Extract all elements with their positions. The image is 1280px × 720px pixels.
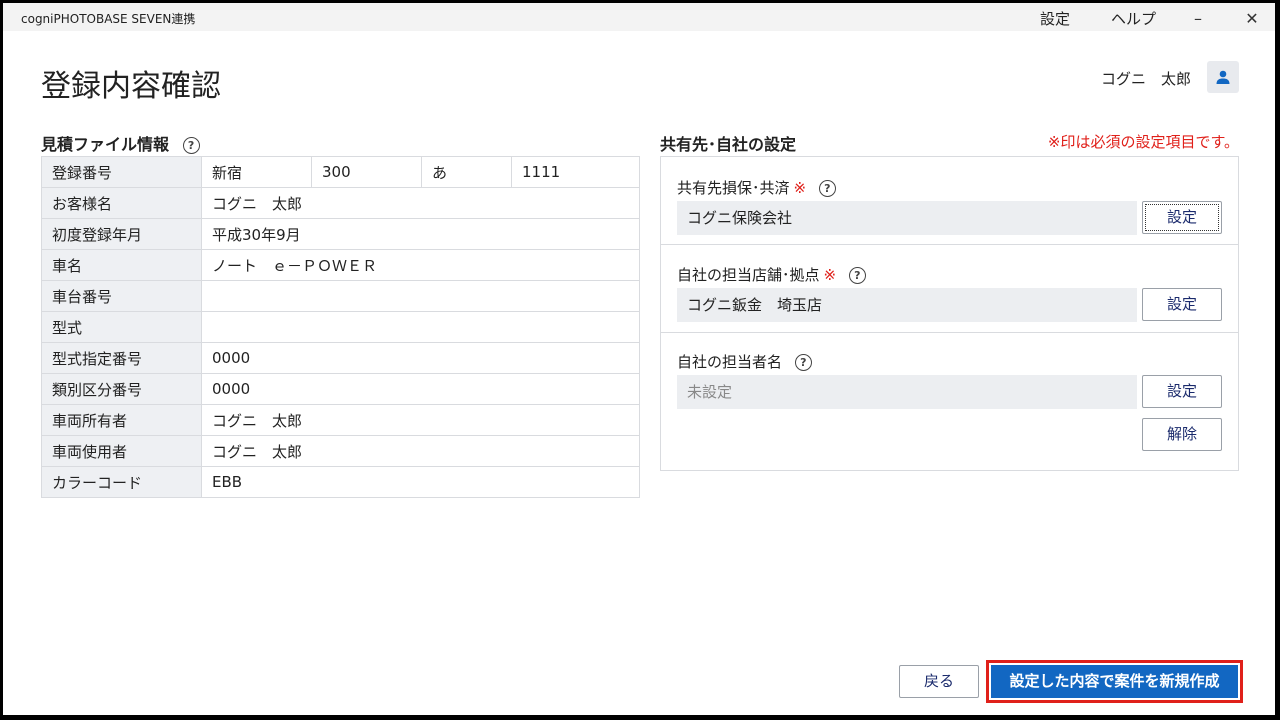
estimate-section-label: 見積ファイル情報 bbox=[41, 135, 170, 154]
staff-value: 未設定 bbox=[677, 375, 1137, 409]
insurer-setting: 共有先損保･共済 ※ ? コグニ保険会社 設定 bbox=[661, 157, 1238, 245]
help-icon[interactable]: ? bbox=[818, 180, 836, 197]
row-value: 平成30年9月 bbox=[201, 218, 640, 250]
registration-area: 新宿 bbox=[201, 156, 312, 188]
table-row: 登録番号 新宿 300 あ 1111 bbox=[41, 156, 640, 188]
row-label: お客様名 bbox=[41, 187, 202, 219]
table-row: お客様名 コグニ 太郎 bbox=[41, 187, 640, 219]
row-value: EBB bbox=[201, 466, 640, 498]
user-avatar-button[interactable] bbox=[1207, 61, 1239, 93]
required-mark: ※ bbox=[823, 266, 837, 284]
app-title: cogniPHOTOBASE SEVEN連携 bbox=[21, 12, 196, 26]
menu-help[interactable]: ヘルプ bbox=[1111, 8, 1156, 29]
app-window: cogniPHOTOBASE SEVEN連携 設定 ヘルプ – ✕ 登録内容確認… bbox=[3, 3, 1275, 715]
help-icon[interactable]: ? bbox=[182, 137, 200, 154]
back-button[interactable]: 戻る bbox=[899, 665, 979, 698]
table-row: カラーコード EBB bbox=[41, 466, 640, 498]
row-label: 車台番号 bbox=[41, 280, 202, 312]
row-value: ノート ｅ－ＰＯＷＥＲ bbox=[201, 249, 640, 281]
row-value: コグニ 太郎 bbox=[201, 187, 640, 219]
row-label: 車名 bbox=[41, 249, 202, 281]
staff-label: 自社の担当者名 ? bbox=[677, 351, 812, 372]
registration-kana: あ bbox=[421, 156, 512, 188]
table-row: 車名 ノート ｅ－ＰＯＷＥＲ bbox=[41, 249, 640, 281]
close-icon[interactable]: ✕ bbox=[1237, 7, 1267, 29]
row-label: 車両所有者 bbox=[41, 404, 202, 436]
store-label-text: 自社の担当店舗･拠点 bbox=[677, 266, 820, 284]
row-label: 初度登録年月 bbox=[41, 218, 202, 250]
create-case-button[interactable]: 設定した内容で案件を新規作成 bbox=[991, 665, 1238, 698]
minimize-icon[interactable]: – bbox=[1183, 7, 1213, 29]
table-row: 車両使用者 コグニ 太郎 bbox=[41, 435, 640, 467]
staff-label-text: 自社の担当者名 bbox=[677, 353, 783, 371]
insurer-label: 共有先損保･共済 ※ ? bbox=[677, 177, 836, 198]
table-row: 型式指定番号 0000 bbox=[41, 342, 640, 374]
row-label: 登録番号 bbox=[41, 156, 202, 188]
row-value bbox=[201, 280, 640, 312]
row-label: 類別区分番号 bbox=[41, 373, 202, 405]
row-value: 0000 bbox=[201, 342, 640, 374]
row-label: 型式 bbox=[41, 311, 202, 343]
title-bar: cogniPHOTOBASE SEVEN連携 設定 ヘルプ – ✕ bbox=[3, 3, 1275, 31]
menu-settings[interactable]: 設定 bbox=[1040, 8, 1070, 29]
row-value: コグニ 太郎 bbox=[201, 404, 640, 436]
registration-number: 1111 bbox=[511, 156, 640, 188]
table-row: 型式 bbox=[41, 311, 640, 343]
staff-settings-button[interactable]: 設定 bbox=[1142, 375, 1222, 408]
store-value: コグニ鈑金 埼玉店 bbox=[677, 288, 1137, 322]
insurer-value: コグニ保険会社 bbox=[677, 201, 1137, 235]
registration-class: 300 bbox=[311, 156, 422, 188]
table-row: 車台番号 bbox=[41, 280, 640, 312]
row-label: カラーコード bbox=[41, 466, 202, 498]
row-value bbox=[201, 311, 640, 343]
page-title: 登録内容確認 bbox=[41, 69, 221, 104]
help-icon[interactable]: ? bbox=[794, 354, 812, 371]
insurer-label-text: 共有先損保･共済 bbox=[677, 179, 790, 197]
insurer-settings-button[interactable]: 設定 bbox=[1142, 201, 1222, 234]
table-row: 車両所有者 コグニ 太郎 bbox=[41, 404, 640, 436]
help-icon[interactable]: ? bbox=[848, 267, 866, 284]
store-setting: 自社の担当店舗･拠点 ※ ? コグニ鈑金 埼玉店 設定 bbox=[661, 245, 1238, 333]
settings-panel: 共有先損保･共済 ※ ? コグニ保険会社 設定 自社の担当店舗･拠点 ※ ? コグニ… bbox=[660, 156, 1239, 471]
user-icon bbox=[1216, 70, 1230, 84]
store-label: 自社の担当店舗･拠点 ※ ? bbox=[677, 264, 866, 285]
user-name: コグニ 太郎 bbox=[1100, 70, 1191, 88]
table-row: 類別区分番号 0000 bbox=[41, 373, 640, 405]
estimate-section-title: 見積ファイル情報 ? bbox=[41, 131, 200, 155]
sharing-section-title: 共有先･自社の設定 bbox=[660, 135, 797, 154]
row-value: 0000 bbox=[201, 373, 640, 405]
row-label: 型式指定番号 bbox=[41, 342, 202, 374]
row-label: 車両使用者 bbox=[41, 435, 202, 467]
table-row: 初度登録年月 平成30年9月 bbox=[41, 218, 640, 250]
staff-clear-button[interactable]: 解除 bbox=[1142, 418, 1222, 451]
estimate-info-table: 登録番号 新宿 300 あ 1111 お客様名 コグニ 太郎 初度登録年月 平成30… bbox=[41, 156, 640, 498]
required-note: ※印は必須の設定項目です。 bbox=[1047, 133, 1239, 151]
required-mark: ※ bbox=[793, 179, 807, 197]
staff-setting: 自社の担当者名 ? 未設定 設定 解除 bbox=[661, 333, 1238, 472]
store-settings-button[interactable]: 設定 bbox=[1142, 288, 1222, 321]
row-value: コグニ 太郎 bbox=[201, 435, 640, 467]
create-case-button-highlight: 設定した内容で案件を新規作成 bbox=[986, 660, 1243, 703]
